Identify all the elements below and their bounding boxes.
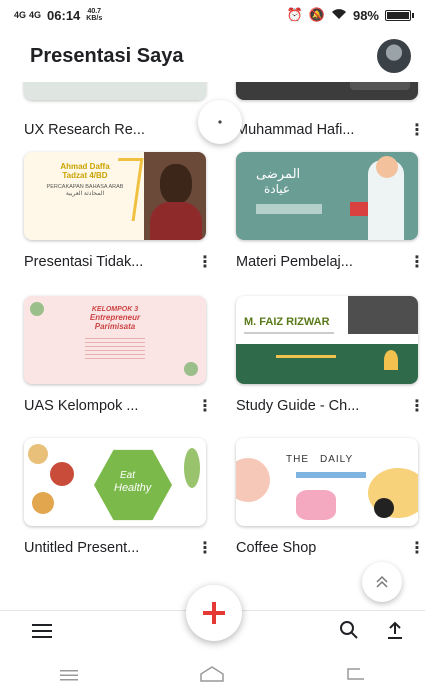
card-title: UAS Kelompok ... [24, 398, 139, 414]
presentation-card-uas[interactable]: KELOMPOK 3 Entrepreneur Parimisata UAS K… [24, 296, 213, 415]
card-title: UX Research Re... [24, 122, 145, 138]
app-bar: Presentasi Saya [0, 30, 425, 82]
presentation-card-presentasi[interactable]: Ahmad Daffa Tadzat 4/BD PERCAKAPAN BAHAS… [24, 152, 213, 271]
presentation-card-study[interactable]: M. FAIZ RIZWAR Study Guide - Ch... ⋮ [236, 296, 425, 415]
presentation-card-coffee[interactable]: THE DAILY Coffee Shop ⋮ [236, 438, 425, 557]
card-title: Coffee Shop [236, 540, 317, 556]
plus-icon [203, 602, 225, 624]
page-title: Presentasi Saya [30, 44, 184, 67]
thumb-text: عيادة [264, 182, 291, 196]
card-title: Materi Pembelaj... [236, 254, 353, 270]
signal-indicator: 4G 4G [14, 9, 42, 20]
refresh-icon [218, 120, 222, 124]
dnd-icon: 🔕 [308, 7, 325, 22]
scroll-to-top-button[interactable] [362, 562, 402, 602]
signal-2-label: 4G [29, 9, 42, 20]
thumbnail-materi: المرضى عيادة [236, 152, 418, 240]
thumbnail-untitled: Eat Healthy [24, 438, 206, 526]
search-icon[interactable] [334, 620, 364, 646]
thumb-text: M. FAIZ RIZWAR [244, 316, 330, 328]
back-icon[interactable] [344, 666, 366, 687]
thumbnail-ux [24, 82, 206, 100]
thumb-text: THE [286, 454, 309, 465]
presentation-card-untitled[interactable]: Eat Healthy Untitled Present... ⋮ [24, 438, 213, 557]
battery-icon [385, 9, 414, 21]
presentation-card-muhammad[interactable]: Muhammad Hafi... ⋮ [236, 82, 425, 139]
presentation-grid: UX Research Re... ⋮ Muhammad Hafi... ⋮ A… [0, 82, 425, 610]
thumb-text: DAILY [320, 454, 354, 465]
thumbnail-study: M. FAIZ RIZWAR [236, 296, 418, 384]
speed-value: 40.7 [87, 8, 102, 15]
card-title: Untitled Present... [24, 540, 140, 556]
card-title: Presentasi Tidak... [24, 254, 144, 270]
thumb-text: Entrepreneur [89, 313, 141, 322]
upload-icon[interactable] [380, 620, 410, 646]
thumb-text: KELOMPOK 3 [91, 306, 139, 313]
recent-apps-icon[interactable] [59, 666, 81, 687]
presentation-card-ux[interactable]: UX Research Re... ⋮ [24, 82, 213, 139]
wifi-icon [331, 8, 347, 23]
thumbnail-muhammad [236, 82, 418, 100]
thumbnail-uas: KELOMPOK 3 Entrepreneur Parimisata [24, 296, 206, 384]
more-options-icon[interactable]: ⋮ [196, 538, 214, 558]
thumb-text: المرضى [256, 166, 301, 181]
card-title: Muhammad Hafi... [236, 122, 355, 138]
more-options-icon[interactable]: ⋮ [196, 252, 214, 272]
more-options-icon[interactable]: ⋮ [408, 538, 425, 558]
presentation-card-materi[interactable]: المرضى عيادة Materi Pembelaj... ⋮ [236, 152, 425, 271]
status-time: 06:14 [47, 7, 81, 23]
speed-unit: KB/s [86, 15, 103, 22]
battery-percent: 98% [352, 7, 379, 23]
thumb-text: Healthy [114, 482, 152, 494]
more-options-icon[interactable]: ⋮ [196, 396, 214, 416]
system-navigation-bar [0, 658, 425, 694]
signal-1-label: 4G [14, 9, 27, 20]
network-speed: 40.7 KB/s [86, 8, 102, 22]
more-options-icon[interactable]: ⋮ [408, 396, 425, 416]
status-left: 4G 4G 06:14 40.7 KB/s [14, 8, 102, 23]
create-presentation-button[interactable] [186, 585, 242, 641]
card-title: Study Guide - Ch... [236, 398, 360, 414]
alarm-icon: ⏰ [286, 7, 303, 22]
thumbnail-coffee: THE DAILY [236, 438, 418, 526]
thumb-text: Eat [120, 470, 136, 481]
avatar[interactable] [377, 39, 411, 73]
home-icon[interactable] [199, 665, 225, 688]
more-options-icon[interactable]: ⋮ [408, 120, 425, 140]
refresh-indicator [198, 100, 242, 144]
chevron-up-icon [376, 575, 388, 588]
thumbnail-presentasi: Ahmad Daffa Tadzat 4/BD PERCAKAPAN BAHAS… [24, 152, 206, 240]
status-bar: 4G 4G 06:14 40.7 KB/s ⏰ 🔕 98% [0, 0, 425, 30]
thumb-text: Parimisata [94, 322, 136, 331]
more-options-icon[interactable]: ⋮ [408, 252, 425, 272]
status-right: ⏰ 🔕 98% [286, 7, 414, 23]
menu-icon[interactable] [28, 620, 58, 646]
